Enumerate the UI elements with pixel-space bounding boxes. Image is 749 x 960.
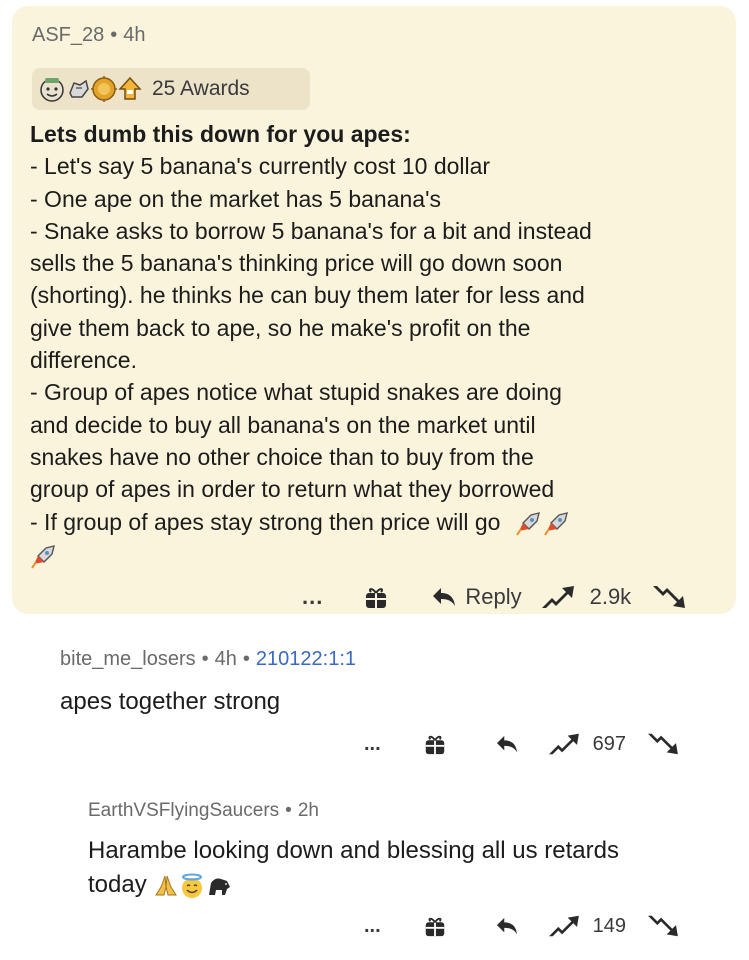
comment-text: apes together strong xyxy=(60,688,281,715)
downvote-icon[interactable] xyxy=(649,582,687,612)
post-heading: Lets dumb this down for you apes: xyxy=(30,121,411,147)
more-button[interactable]: ... xyxy=(302,584,323,610)
post-last-line: - If group of apes stay strong then pric… xyxy=(30,506,720,538)
separator-dot: • xyxy=(110,24,118,46)
comment-text-line2: today xyxy=(88,868,233,902)
post-line: - One ape on the market has 5 banana's xyxy=(30,185,441,212)
comment-text: Harambe looking down and blessing all us… xyxy=(88,837,619,864)
comment-author[interactable]: EarthVSFlyingSaucers xyxy=(88,800,279,821)
silver-hand-award-icon xyxy=(69,79,89,98)
downvote-icon[interactable] xyxy=(644,912,680,940)
gorilla-icon xyxy=(209,878,231,895)
gift-icon[interactable] xyxy=(423,914,447,938)
more-button[interactable]: ... xyxy=(364,733,381,756)
gift-icon[interactable] xyxy=(423,732,447,756)
post-meta: ASF_28 • 4h xyxy=(32,24,146,47)
halo-face-icon xyxy=(182,873,203,898)
comment-time: 4h xyxy=(214,648,237,670)
reply-arrow-icon[interactable] xyxy=(495,734,519,754)
gift-icon[interactable] xyxy=(363,584,389,610)
post-line: - Snake asks to borrow 5 banana's for a … xyxy=(30,217,592,244)
upvote-icon[interactable] xyxy=(545,730,581,758)
rocket-icon xyxy=(516,512,540,537)
comment-time: 2h xyxy=(297,800,319,821)
post-line: (shorting). he thinks he can buy them la… xyxy=(30,282,585,309)
post-author[interactable]: ASF_28 xyxy=(32,24,104,46)
post-line: difference. xyxy=(30,347,137,374)
reply-arrow-icon[interactable] xyxy=(431,586,457,608)
praying-hands-icon xyxy=(155,875,178,896)
post-line: - If group of apes stay strong then pric… xyxy=(30,508,501,535)
awards-bar[interactable]: 25 Awards xyxy=(32,68,310,110)
post-trailing-emoji xyxy=(30,538,720,570)
comment-score: 697 xyxy=(592,732,627,755)
post-body: Lets dumb this down for you apes: - Let'… xyxy=(30,118,720,570)
comment-author[interactable]: bite_me_losers xyxy=(60,648,196,670)
coin-award-icon xyxy=(91,76,117,102)
comment-meta: bite_me_losers • 4h • 210122:1:1 xyxy=(60,648,356,671)
comment-actions: ... 149 xyxy=(364,912,680,940)
separator-dot: • xyxy=(242,648,250,670)
rocket-like-award-icon xyxy=(118,76,142,100)
more-button[interactable]: ... xyxy=(364,915,381,938)
rocket-icon xyxy=(31,544,55,569)
post-line: and decide to buy all banana's on the ma… xyxy=(30,411,536,438)
awards-count: 25 Awards xyxy=(152,77,250,100)
gold-face-award-icon xyxy=(40,78,64,102)
post-score: 2.9k xyxy=(589,584,632,609)
post-line: snakes have no other choice than to buy … xyxy=(30,443,534,470)
post-actions: ... Reply 2.9k xyxy=(302,582,687,612)
separator-dot: • xyxy=(285,800,292,821)
reply-arrow-icon[interactable] xyxy=(495,916,519,936)
downvote-icon[interactable] xyxy=(644,730,680,758)
rocket-icon xyxy=(544,512,568,537)
reply-button[interactable]: Reply xyxy=(465,584,521,610)
comment-meta: EarthVSFlyingSaucers • 2h xyxy=(88,800,319,822)
comment-actions: ... 697 xyxy=(364,730,680,758)
post-line: group of apes in order to return what th… xyxy=(30,476,555,503)
upvote-icon[interactable] xyxy=(545,912,581,940)
post-line: give them back to ape, so he make's prof… xyxy=(30,314,531,341)
user-flair: 210122:1:1 xyxy=(255,648,357,670)
upvote-icon[interactable] xyxy=(538,582,576,612)
post-line: - Let's say 5 banana's currently cost 10… xyxy=(30,153,491,180)
post-time: 4h xyxy=(123,24,146,46)
comment-score: 149 xyxy=(592,914,627,937)
post-line: - Group of apes notice what stupid snake… xyxy=(30,379,562,406)
post-line: sells the 5 banana's thinking price will… xyxy=(30,250,563,277)
separator-dot: • xyxy=(201,648,209,670)
comment-text: today xyxy=(88,871,147,898)
